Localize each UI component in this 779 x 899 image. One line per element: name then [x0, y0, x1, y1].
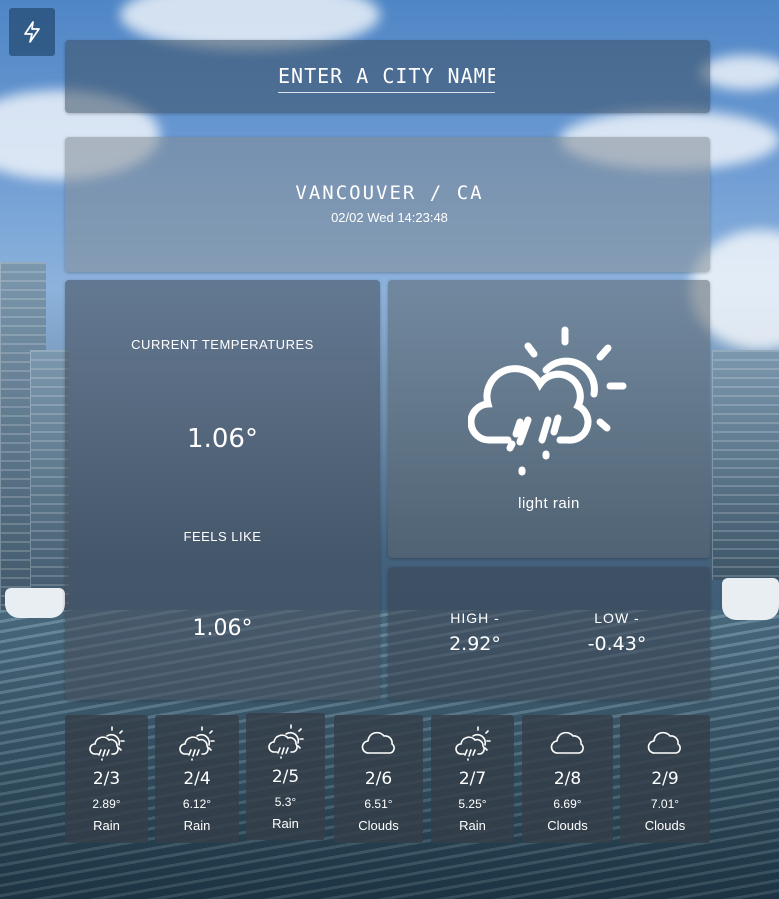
forecast-date: 2/8 — [553, 769, 582, 789]
cloud-icon — [550, 731, 584, 754]
condition-description: light rain — [518, 495, 580, 512]
forecast-temp: 6.12° — [182, 797, 212, 811]
sun-cloud-rain-icon — [88, 726, 125, 761]
forecast-condition: Clouds — [358, 818, 399, 833]
feels-like-value: 1.06° — [192, 616, 253, 641]
sun-cloud-rain-icon — [179, 726, 215, 761]
current-temp-label: CURRENT TEMPERATURES — [131, 337, 314, 352]
forecast-card[interactable]: 2/9 7.01° Clouds — [620, 715, 710, 843]
cloud-icon — [361, 731, 395, 754]
forecast-temp: 5.3° — [274, 795, 297, 809]
forecast-temp: 7.01° — [650, 797, 680, 811]
lightning-button[interactable] — [9, 8, 55, 56]
forecast-condition: Rain — [93, 818, 120, 833]
forecast-card[interactable]: 2/8 6.69° Clouds — [522, 715, 613, 843]
lightning-icon — [24, 21, 40, 43]
building-shape — [30, 350, 69, 620]
cloud-icon — [647, 731, 681, 754]
forecast-condition: Clouds — [644, 818, 686, 833]
forecast-temp: 5.25° — [458, 797, 487, 811]
forecast-date: 2/5 — [271, 767, 300, 787]
sun-cloud-rain-icon — [267, 724, 304, 759]
location-name: VANCOUVER / CA — [295, 182, 484, 204]
forecast-date: 2/6 — [364, 769, 393, 789]
forecast-card[interactable]: 2/3 2.89° Rain — [65, 715, 148, 843]
current-temp-value: 1.06° — [187, 424, 258, 454]
forecast-card[interactable]: 2/6 6.51° Clouds — [334, 715, 423, 843]
sun-cloud-rain-icon — [468, 326, 627, 476]
forecast-condition: Rain — [459, 818, 486, 833]
boat-shape — [722, 578, 779, 620]
forecast-date: 2/4 — [183, 769, 211, 789]
low-label: LOW - — [594, 610, 640, 626]
cloud-shape — [700, 55, 779, 90]
sun-cloud-rain-icon — [454, 726, 491, 761]
forecast-temp: 2.89° — [92, 797, 121, 811]
forecast-condition: Rain — [272, 816, 299, 831]
high-value: 2.92° — [449, 633, 501, 655]
forecast-date: 2/7 — [458, 769, 487, 789]
high-label: HIGH - — [450, 610, 500, 626]
forecast-card[interactable]: 2/5 5.3° Rain — [246, 713, 325, 840]
forecast-temp: 6.51° — [364, 797, 393, 811]
forecast-date: 2/3 — [92, 769, 121, 789]
location-datetime: 02/02 Wed 14:23:48 — [331, 210, 448, 225]
forecast-date: 2/9 — [651, 769, 679, 789]
background-scene: VANCOUVER / CA 02/02 Wed 14:23:48 CURREN… — [0, 0, 779, 899]
forecast-condition: Clouds — [547, 818, 588, 833]
forecast-condition: Rain — [183, 818, 211, 833]
forecast-temp: 6.69° — [553, 797, 582, 811]
location-panel — [65, 137, 710, 272]
forecast-card[interactable]: 2/4 6.12° Rain — [155, 715, 239, 843]
boat-shape — [5, 588, 65, 618]
city-search-input[interactable] — [278, 60, 495, 93]
feels-like-label: FEELS LIKE — [183, 529, 262, 544]
forecast-card[interactable]: 2/7 5.25° Rain — [431, 715, 514, 843]
building-shape — [712, 350, 779, 580]
low-value: -0.43° — [587, 633, 647, 655]
